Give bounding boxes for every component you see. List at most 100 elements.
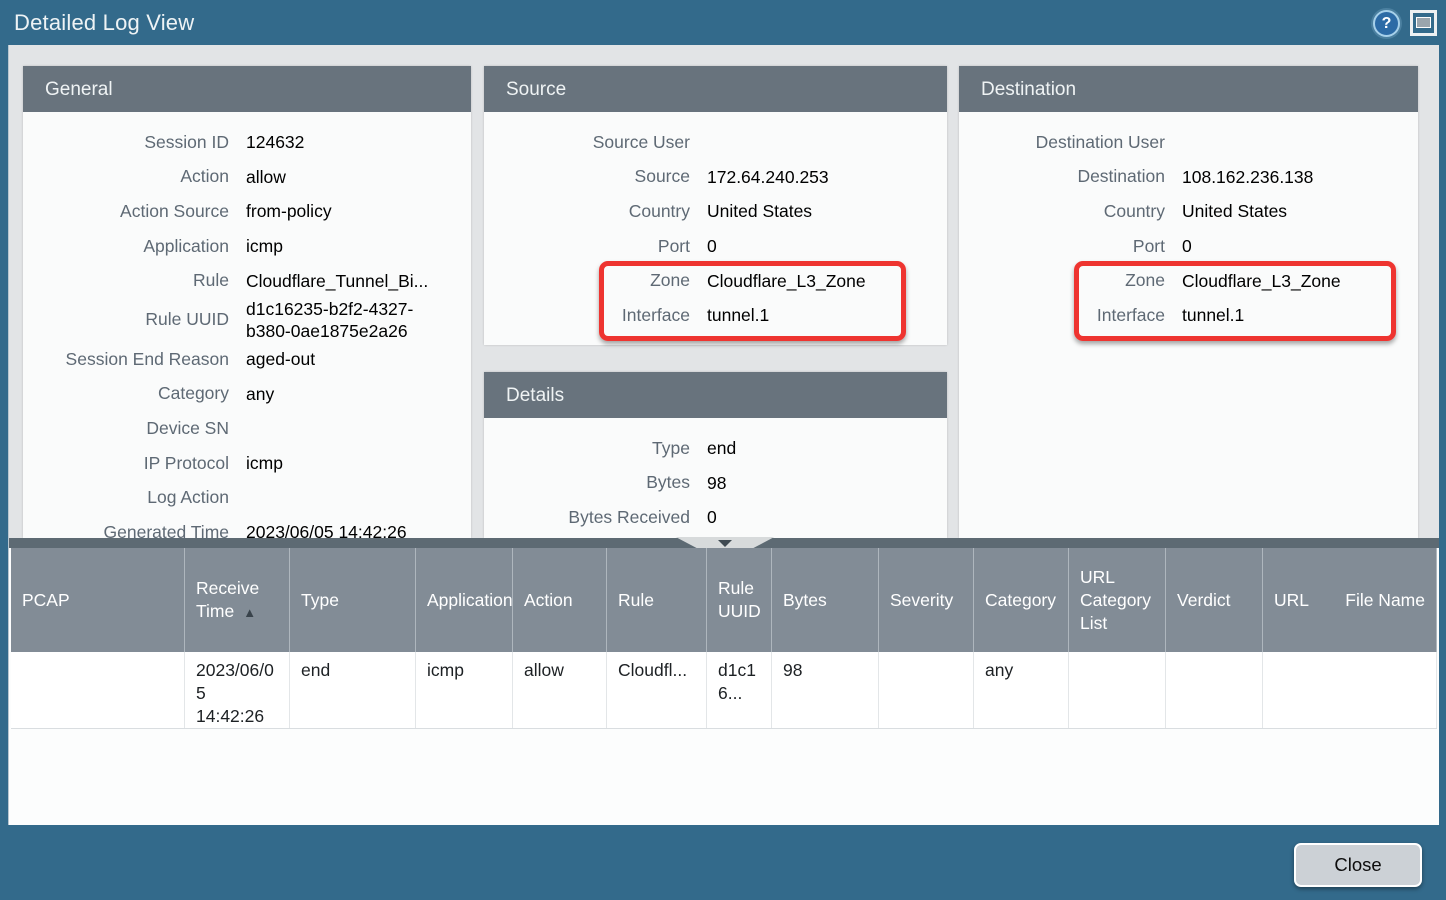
field-value: 0 bbox=[1182, 235, 1418, 257]
panel-row: Interface tunnel.1 bbox=[484, 298, 947, 333]
table-header-cell[interactable]: Category▲ bbox=[974, 548, 1069, 652]
table-header-cell[interactable]: Receive Time▲ bbox=[185, 548, 290, 652]
field-label: Port bbox=[484, 236, 690, 257]
panel-row: Bytes Received 0 bbox=[484, 500, 947, 535]
table-header-cell[interactable]: URL Category List▲ bbox=[1069, 548, 1166, 652]
log-table-row[interactable]: 2023/06/05 14:42:26 end icmp allow Cloud… bbox=[11, 652, 1437, 729]
field-label: Destination User bbox=[959, 132, 1165, 153]
field-label: Rule UUID bbox=[23, 309, 229, 330]
field-label: Zone bbox=[484, 270, 690, 291]
source-panel-body: Source User Source 172.64.240.253 Countr… bbox=[484, 112, 947, 345]
source-panel: Source Source User Source 172.64.240.253 bbox=[484, 66, 947, 345]
details-panel-body: Type end Bytes 98 Bytes Received 0 bbox=[484, 418, 947, 538]
table-header-cell[interactable]: Action▲ bbox=[513, 548, 607, 652]
table-cell bbox=[1069, 652, 1166, 728]
table-header-cell[interactable]: URL▲ bbox=[1263, 548, 1334, 652]
column-label: URL bbox=[1274, 590, 1309, 610]
table-cell: d1c16... bbox=[707, 652, 772, 728]
field-label: Type bbox=[484, 438, 690, 459]
field-label: Device SN bbox=[23, 418, 229, 439]
panel-row: Interface tunnel.1 bbox=[959, 298, 1418, 333]
column-label: URL Category List bbox=[1080, 567, 1151, 633]
general-panel-title: General bbox=[23, 66, 471, 112]
table-cell: Cloudfl... bbox=[607, 652, 707, 728]
field-label: Interface bbox=[959, 305, 1165, 326]
dialog-sheet: General Session ID 124632 Action allow bbox=[8, 45, 1439, 825]
field-value: tunnel.1 bbox=[1182, 304, 1418, 326]
sort-ascending-icon: ▲ bbox=[243, 601, 256, 624]
field-value: 0 bbox=[707, 506, 947, 528]
table-header-cell[interactable]: Severity▲ bbox=[879, 548, 974, 652]
title-bar: Detailed Log View ? bbox=[0, 0, 1446, 45]
collapse-down-icon bbox=[718, 540, 732, 547]
field-value: Cloudflare_L3_Zone bbox=[707, 270, 947, 292]
field-value: icmp bbox=[246, 452, 471, 474]
field-label: Country bbox=[484, 201, 690, 222]
table-header-cell[interactable]: File Name▲ bbox=[1334, 548, 1437, 652]
field-label: IP Protocol bbox=[23, 453, 229, 474]
field-value: end bbox=[707, 437, 947, 459]
field-label: Action bbox=[23, 166, 229, 187]
column-label: PCAP bbox=[22, 590, 70, 610]
panel-row: Generated Time 2023/06/05 14:42:26 bbox=[23, 515, 471, 538]
field-value: any bbox=[246, 383, 471, 405]
field-value: d1c16235-b2f2-4327-b380-0ae1875e2a26 bbox=[246, 298, 471, 342]
panel-row: IP Protocol icmp bbox=[23, 446, 471, 481]
field-label: Zone bbox=[959, 270, 1165, 291]
destination-panel: Destination Destination User Destination… bbox=[959, 66, 1418, 538]
field-label: Application bbox=[23, 236, 229, 257]
panel-row: Rule Cloudflare_Tunnel_Bi... bbox=[23, 263, 471, 298]
table-header-cell[interactable]: Bytes▲ bbox=[772, 548, 879, 652]
panel-row: Destination 108.162.236.138 bbox=[959, 160, 1418, 195]
close-button[interactable]: Close bbox=[1294, 843, 1422, 887]
table-cell: 98 bbox=[772, 652, 879, 728]
table-header-cell[interactable]: Rule UUID▲ bbox=[707, 548, 772, 652]
table-cell: allow bbox=[513, 652, 607, 728]
table-cell: any bbox=[974, 652, 1069, 728]
field-value: 172.64.240.253 bbox=[707, 166, 947, 188]
panel-row: Rule UUID d1c16235-b2f2-4327-b380-0ae187… bbox=[23, 298, 471, 342]
panel-row: Session ID 124632 bbox=[23, 125, 471, 160]
table-header-cell[interactable]: Type▲ bbox=[290, 548, 416, 652]
field-value: tunnel.1 bbox=[707, 304, 947, 326]
panel-row: Port 0 bbox=[959, 229, 1418, 264]
field-value: United States bbox=[1182, 200, 1418, 222]
column-label: Bytes bbox=[783, 590, 827, 610]
table-cell bbox=[1263, 652, 1414, 728]
table-header-cell[interactable]: Verdict▲ bbox=[1166, 548, 1263, 652]
details-panel-title: Details bbox=[484, 372, 947, 418]
field-value: allow bbox=[246, 166, 471, 188]
panel-row: Device SN bbox=[23, 411, 471, 446]
table-cell bbox=[1414, 652, 1437, 728]
table-header-cell[interactable]: Application▲ bbox=[416, 548, 513, 652]
field-value: Cloudflare_L3_Zone bbox=[1182, 270, 1418, 292]
help-icon[interactable]: ? bbox=[1373, 10, 1400, 37]
maximize-window-icon[interactable] bbox=[1410, 10, 1437, 36]
field-value: from-policy bbox=[246, 200, 471, 222]
field-label: Bytes Received bbox=[484, 507, 690, 528]
table-header-cell[interactable]: Rule▲ bbox=[607, 548, 707, 652]
panel-row: Country United States bbox=[959, 194, 1418, 229]
field-label: Source User bbox=[484, 132, 690, 153]
field-label: Session ID bbox=[23, 132, 229, 153]
general-panel: General Session ID 124632 Action allow bbox=[23, 66, 471, 538]
panel-row: Application icmp bbox=[23, 229, 471, 264]
field-value: 108.162.236.138 bbox=[1182, 166, 1418, 188]
panel-row: Type end bbox=[484, 431, 947, 466]
field-value: icmp bbox=[246, 235, 471, 257]
panel-row: Source User bbox=[484, 125, 947, 160]
dialog-title: Detailed Log View bbox=[14, 0, 194, 46]
panel-row: Source 172.64.240.253 bbox=[484, 160, 947, 195]
field-label: Session End Reason bbox=[23, 349, 229, 370]
table-cell bbox=[1166, 652, 1263, 728]
field-value: 98 bbox=[707, 472, 947, 494]
detailed-log-view-dialog: Detailed Log View ? General Session ID 1… bbox=[0, 0, 1446, 900]
field-label: Destination bbox=[959, 166, 1165, 187]
table-header-cell[interactable]: PCAP▲ bbox=[11, 548, 185, 652]
field-label: Generated Time bbox=[23, 522, 229, 538]
field-value: 0 bbox=[707, 235, 947, 257]
panel-row: Bytes 98 bbox=[484, 466, 947, 501]
table-cell bbox=[11, 652, 185, 728]
field-value: United States bbox=[707, 200, 947, 222]
field-label: Action Source bbox=[23, 201, 229, 222]
